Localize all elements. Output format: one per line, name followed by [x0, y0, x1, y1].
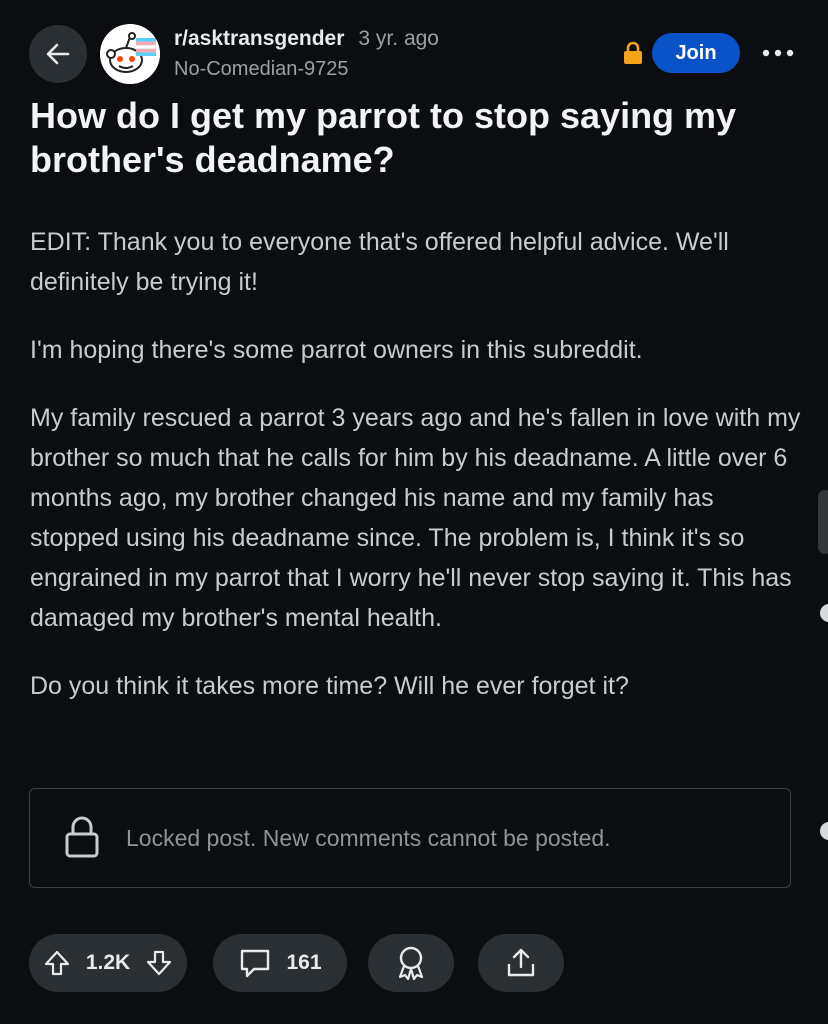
downvote-arrow-icon[interactable]: [145, 949, 173, 977]
side-panel-handle[interactable]: [818, 490, 828, 554]
more-horizontal-icon: [762, 49, 794, 57]
subreddit-name[interactable]: r/asktransgender: [174, 27, 344, 51]
side-panel-avatar: [820, 822, 828, 840]
vote-control: 1.2K: [29, 934, 187, 992]
post-title: How do I get my parrot to stop saying my…: [30, 95, 737, 180]
author-username[interactable]: No-Comedian-9725: [174, 58, 349, 81]
subreddit-avatar[interactable]: [100, 24, 160, 84]
post-paragraph: EDIT: Thank you to everyone that's offer…: [30, 228, 729, 296]
lock-icon: [65, 816, 99, 858]
post-paragraph: I'm hoping there's some parrot owners in…: [30, 336, 643, 364]
post-header: r/asktransgender 3 yr. ago No-Comedian-9…: [0, 0, 828, 92]
award-icon: [398, 946, 424, 981]
post-paragraph: My family rescued a parrot 3 years ago a…: [30, 404, 801, 632]
arrow-left-icon: [46, 43, 70, 65]
vote-score: 1.2K: [85, 951, 131, 974]
comment-count: 161: [286, 951, 322, 974]
share-icon: [507, 948, 535, 977]
comment-bubble-icon: [241, 949, 270, 978]
join-button[interactable]: Join: [652, 33, 740, 73]
post-meta: r/asktransgender 3 yr. ago: [174, 27, 439, 51]
locked-notice: Locked post. New comments cannot be post…: [29, 788, 791, 888]
post-screen: r/asktransgender 3 yr. ago No-Comedian-9…: [0, 0, 828, 1024]
more-options-button[interactable]: [758, 36, 798, 70]
side-panel-avatar: [820, 604, 828, 622]
lock-icon: [624, 41, 642, 64]
share-button[interactable]: [478, 934, 564, 992]
snoo-icon: [100, 24, 160, 84]
post-body: EDIT: Thank you to everyone that's offer…: [30, 222, 805, 734]
post-paragraph: Do you think it takes more time? Will he…: [30, 672, 629, 700]
back-button[interactable]: [29, 25, 87, 83]
post-age: 3 yr. ago: [358, 27, 439, 50]
award-button[interactable]: [368, 934, 454, 992]
comments-button[interactable]: 161: [213, 934, 347, 992]
upvote-arrow-icon[interactable]: [43, 949, 71, 977]
locked-notice-text: Locked post. New comments cannot be post…: [126, 825, 611, 851]
